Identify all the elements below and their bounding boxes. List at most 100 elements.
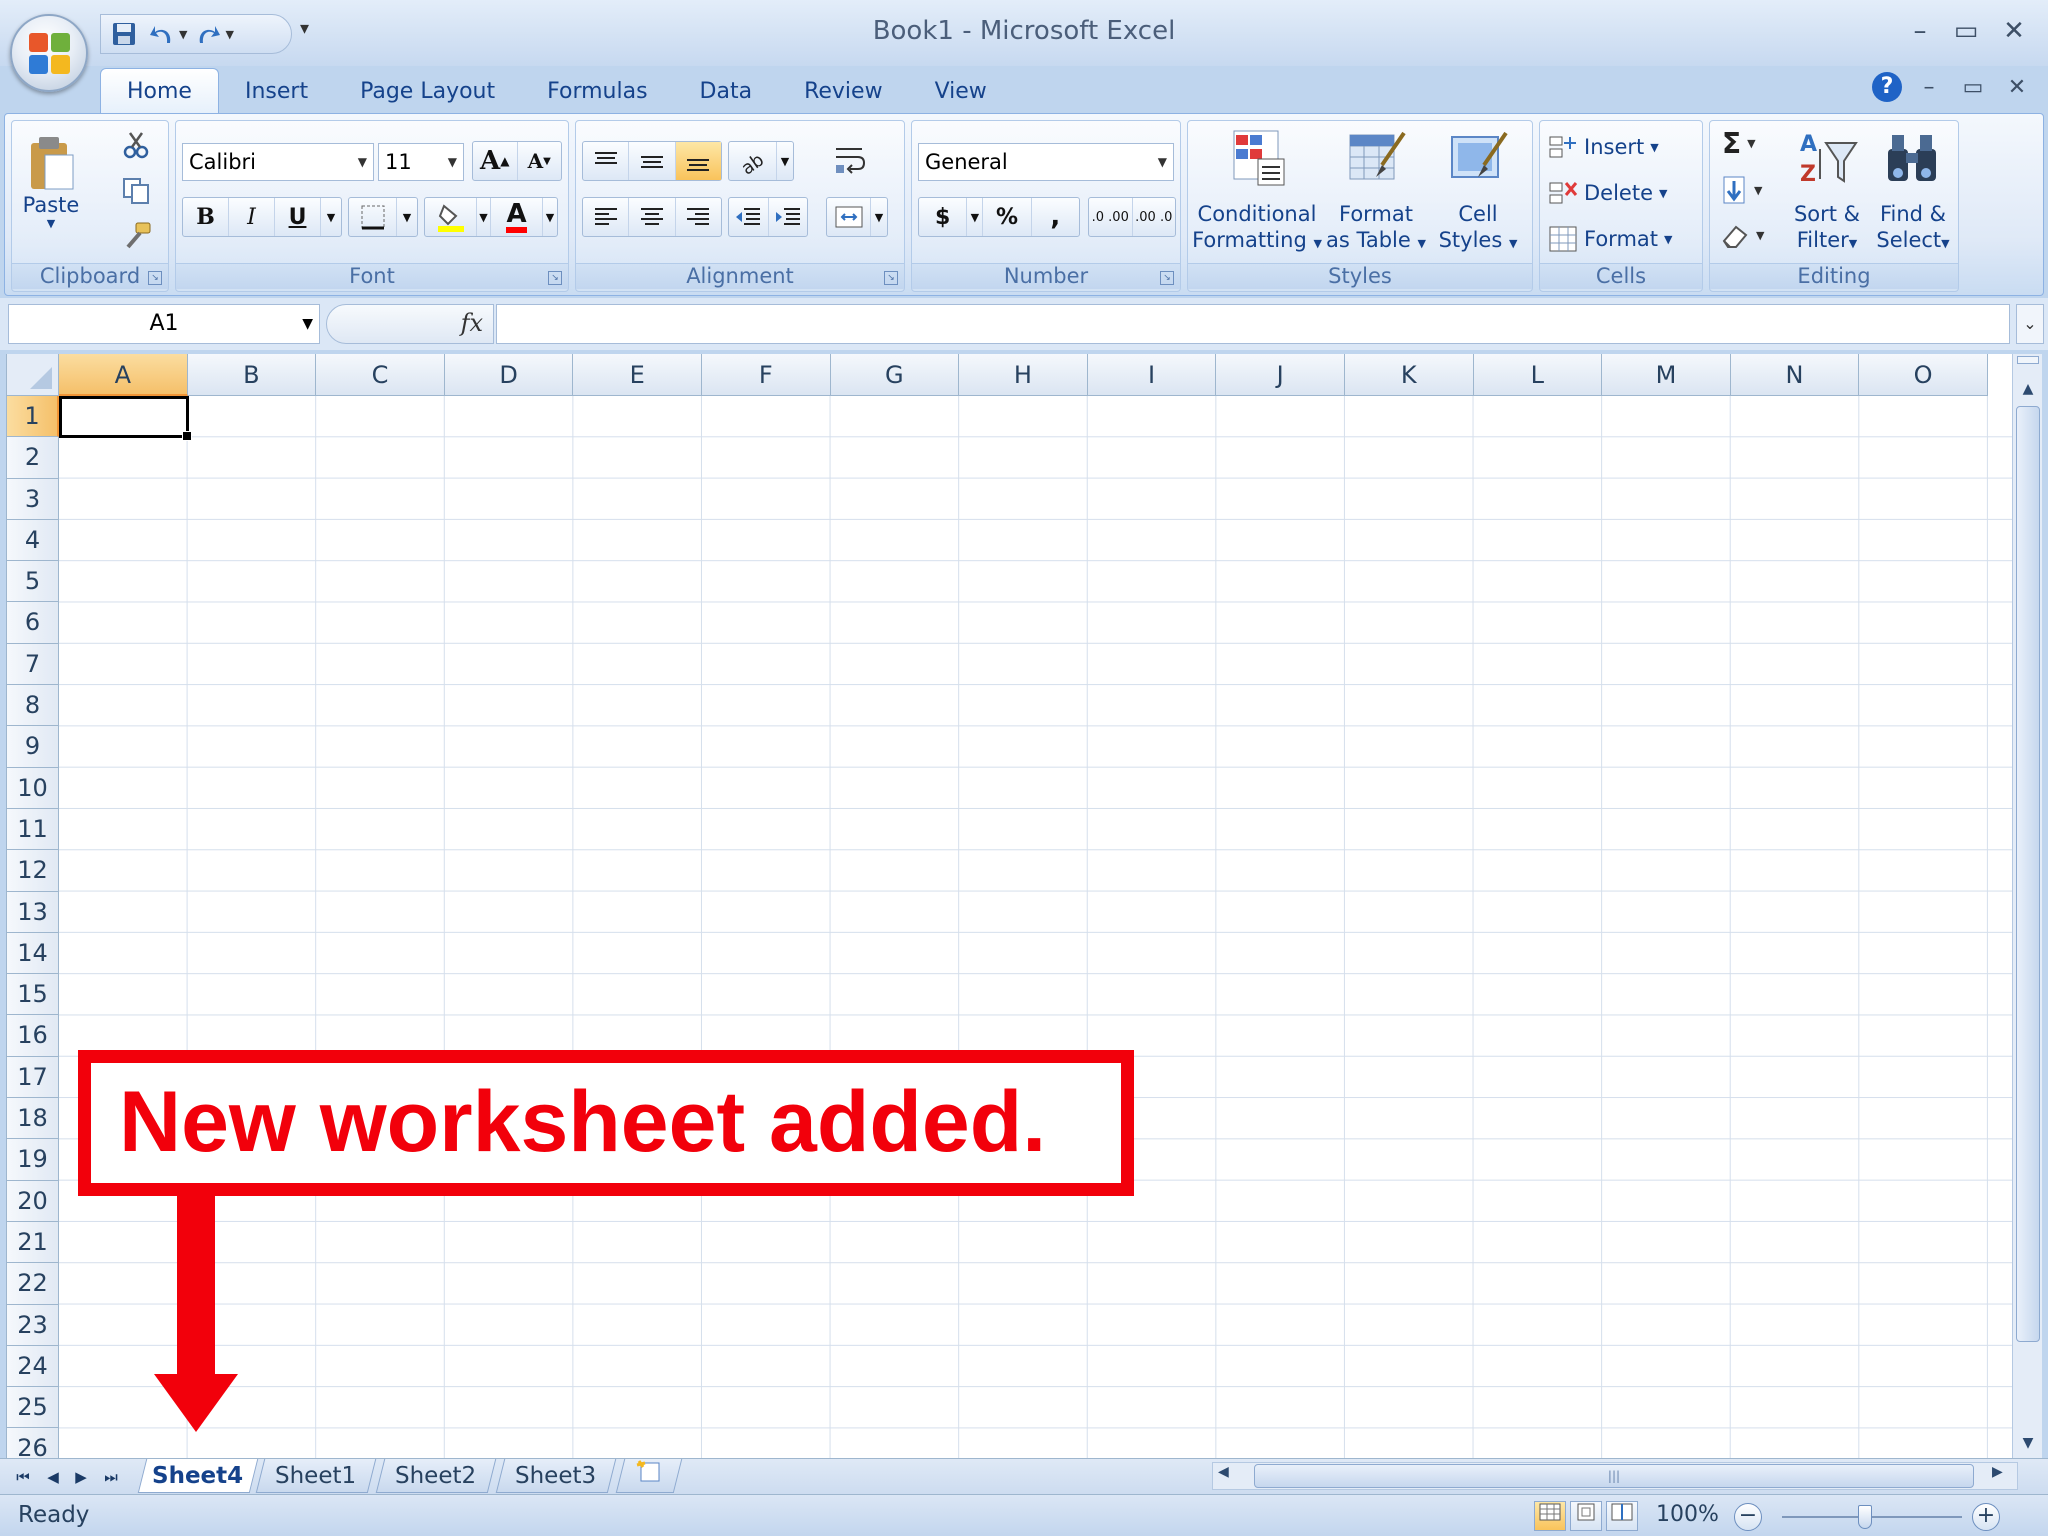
redo-dropdown-icon[interactable]: ▼	[225, 28, 233, 41]
row-header-14[interactable]: 14	[7, 932, 59, 975]
column-header-f[interactable]: F	[701, 354, 831, 396]
underline-button[interactable]: U	[275, 198, 321, 236]
close-button[interactable]: ✕	[1994, 16, 2034, 46]
column-header-n[interactable]: N	[1730, 354, 1860, 396]
normal-view-button[interactable]	[1534, 1501, 1566, 1531]
tab-insert[interactable]: Insert	[219, 68, 334, 114]
sheet-tab-sheet3[interactable]: Sheet3	[495, 1459, 617, 1493]
row-header-16[interactable]: 16	[7, 1015, 59, 1057]
row-header-6[interactable]: 6	[7, 602, 59, 644]
column-header-o[interactable]: O	[1859, 354, 1988, 396]
row-header-13[interactable]: 13	[7, 891, 59, 933]
minimize-button[interactable]: –	[1900, 16, 1940, 46]
scroll-down-icon[interactable]: ▼	[2015, 1428, 2041, 1458]
row-header-22[interactable]: 22	[7, 1263, 59, 1305]
save-button[interactable]	[107, 19, 141, 49]
zoom-in-button[interactable]: +	[1972, 1503, 2000, 1531]
column-header-i[interactable]: I	[1087, 354, 1217, 396]
tab-formulas[interactable]: Formulas	[521, 68, 673, 114]
row-header-25[interactable]: 25	[7, 1387, 59, 1429]
borders-button[interactable]: ▼	[348, 197, 418, 237]
row-header-11[interactable]: 11	[7, 808, 59, 851]
row-header-9[interactable]: 9	[7, 726, 59, 768]
fill-dropdown-icon[interactable]: ▼	[477, 198, 491, 236]
currency-dropdown-icon[interactable]: ▼	[967, 198, 984, 236]
fill-color-button[interactable]	[425, 198, 477, 236]
clear-button[interactable]: ▼	[1720, 221, 1764, 249]
font-color-button[interactable]: A	[491, 198, 543, 236]
format-painter-icon[interactable]	[122, 221, 154, 249]
copy-icon[interactable]	[122, 177, 152, 205]
row-header-8[interactable]: 8	[7, 685, 59, 727]
delete-cells-button[interactable]: Delete ▼	[1548, 175, 1667, 211]
office-button[interactable]	[10, 14, 88, 92]
tab-view[interactable]: View	[909, 68, 1013, 114]
alignment-launcher-icon[interactable]: ↘	[884, 271, 898, 285]
insert-worksheet-button[interactable]	[615, 1459, 683, 1493]
horizontal-scrollbar[interactable]: ◀ ||| ▶	[1212, 1462, 2018, 1490]
wrap-text-icon[interactable]	[834, 145, 868, 177]
format-as-table-button[interactable]: Format as Table ▼	[1324, 125, 1428, 261]
redo-button[interactable]	[191, 19, 225, 49]
page-layout-view-button[interactable]	[1570, 1501, 1602, 1531]
row-header-4[interactable]: 4	[7, 519, 59, 562]
row-header-21[interactable]: 21	[7, 1221, 59, 1264]
row-header-10[interactable]: 10	[7, 767, 59, 809]
row-header-12[interactable]: 12	[7, 850, 59, 892]
tab-page-layout[interactable]: Page Layout	[334, 68, 521, 114]
underline-dropdown-icon[interactable]: ▼	[321, 198, 341, 236]
align-left-button[interactable]	[583, 198, 630, 236]
row-header-15[interactable]: 15	[7, 974, 59, 1016]
maximize-button[interactable]: ▭	[1946, 16, 1986, 46]
clipboard-launcher-icon[interactable]: ↘	[148, 271, 162, 285]
conditional-formatting-button[interactable]: Conditional Formatting ▼	[1192, 125, 1322, 261]
align-top-button[interactable]	[583, 142, 630, 180]
bold-button[interactable]: B	[183, 198, 229, 236]
column-header-k[interactable]: K	[1344, 354, 1474, 396]
column-header-h[interactable]: H	[959, 354, 1088, 396]
increase-indent-button[interactable]	[769, 198, 808, 236]
chevron-down-icon[interactable]: ▼	[302, 305, 313, 343]
scroll-left-icon[interactable]: ◀	[1218, 1464, 1229, 1480]
increase-decimal-button[interactable]: .0 .00	[1089, 198, 1133, 236]
row-header-23[interactable]: 23	[7, 1304, 59, 1346]
paste-button[interactable]: Paste ▼	[20, 127, 82, 237]
help-icon[interactable]: ?	[1872, 72, 1902, 102]
format-cells-button[interactable]: Format ▼	[1548, 221, 1672, 257]
align-right-button[interactable]	[676, 198, 721, 236]
row-header-7[interactable]: 7	[7, 643, 59, 686]
grow-font-button[interactable]: A ▲	[473, 142, 518, 180]
font-launcher-icon[interactable]: ↘	[548, 271, 562, 285]
font-size-select[interactable]: 11 ▼	[378, 143, 464, 181]
page-break-view-button[interactable]	[1606, 1501, 1638, 1531]
vertical-scrollbar[interactable]: ▲ ▼	[2012, 354, 2042, 1458]
align-bottom-button[interactable]	[675, 142, 721, 180]
find-select-button[interactable]: Find & Select▼	[1870, 125, 1956, 261]
row-header-24[interactable]: 24	[7, 1345, 59, 1388]
customize-qat-icon[interactable]: ▾	[300, 18, 309, 39]
tab-data[interactable]: Data	[674, 68, 779, 114]
row-header-20[interactable]: 20	[7, 1180, 59, 1222]
merge-center-button[interactable]: ▼	[826, 197, 888, 237]
cut-icon[interactable]	[122, 131, 150, 159]
row-header-1[interactable]: 1	[7, 396, 59, 438]
active-cell-a1[interactable]	[59, 396, 192, 441]
split-box[interactable]	[2017, 356, 2039, 364]
comma-button[interactable]: ,	[1032, 198, 1079, 236]
number-format-select[interactable]: General ▼	[918, 143, 1174, 181]
undo-dropdown-icon[interactable]: ▼	[179, 28, 187, 41]
fill-button[interactable]: ▼	[1720, 175, 1762, 205]
row-header-18[interactable]: 18	[7, 1098, 59, 1140]
zoom-slider-track[interactable]	[1782, 1516, 1962, 1518]
column-header-j[interactable]: J	[1216, 354, 1345, 396]
font-color-dropdown-icon[interactable]: ▼	[543, 198, 557, 236]
column-header-m[interactable]: M	[1602, 354, 1731, 396]
cell-area[interactable]	[59, 396, 2012, 1458]
formula-input[interactable]	[496, 304, 2010, 344]
last-sheet-icon[interactable]: ⏭	[100, 1463, 122, 1491]
align-middle-button[interactable]	[629, 142, 676, 180]
percent-button[interactable]: %	[983, 198, 1032, 236]
name-box[interactable]: A1 ▼	[8, 304, 320, 344]
column-header-g[interactable]: G	[830, 354, 960, 396]
scroll-right-icon[interactable]: ▶	[1992, 1464, 2003, 1480]
